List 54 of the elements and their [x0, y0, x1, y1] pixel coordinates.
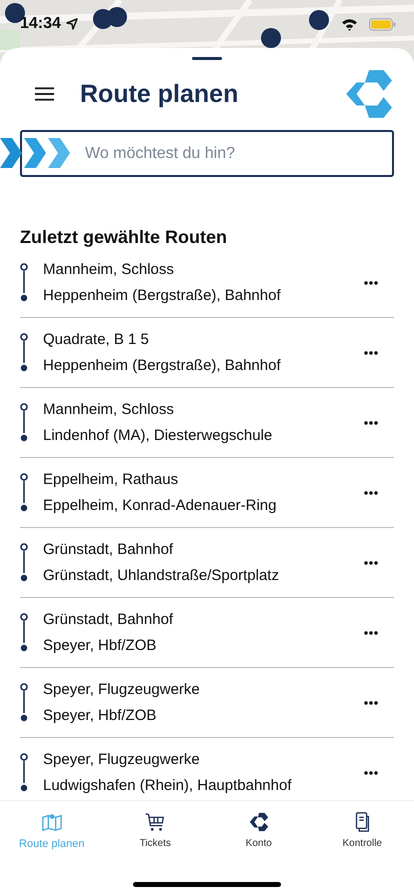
route-item[interactable]: Mannheim, Schloss Heppenheim (Bergstraße), Bahnhof [20, 248, 394, 318]
more-icon[interactable] [364, 560, 378, 564]
route-item[interactable]: Grünstadt, Bahnhof Speyer, Hbf/ZOB [20, 598, 394, 668]
route-line-icon [19, 612, 29, 652]
route-line-icon [19, 542, 29, 582]
tab[interactable]: Kontrolle [310, 801, 414, 859]
tab[interactable]: Konto [207, 801, 310, 859]
section-title: Zuletzt gewählte Routen [20, 227, 228, 248]
menu-icon[interactable] [34, 86, 55, 102]
route-line-icon [19, 752, 29, 792]
route-destination: Speyer, Hbf/ZOB [43, 637, 158, 654]
more-icon[interactable] [364, 630, 378, 634]
route-line-icon [19, 682, 29, 722]
chevrons-icon [0, 138, 70, 168]
route-destination: Eppelheim, Konrad-Adenauer-Ring [43, 497, 278, 514]
route-destination: Ludwigshafen (Rhein), Hauptbahnhof [43, 777, 293, 794]
route-line-icon [19, 402, 29, 442]
route-origin: Speyer, Flugzeugwerke [43, 751, 201, 768]
route-line-icon [19, 472, 29, 512]
route-item[interactable]: Speyer, Flugzeugwerke Speyer, Hbf/ZOB [20, 668, 394, 738]
hexagon-icon [248, 811, 270, 833]
route-destination: Heppenheim (Bergstraße), Bahnhof [43, 287, 282, 304]
route-origin: Grünstadt, Bahnhof [43, 541, 174, 558]
route-item[interactable]: Grünstadt, Bahnhof Grünstadt, Uhlandstraße/Sportplatz [20, 528, 394, 598]
more-icon[interactable] [364, 770, 378, 774]
status-time: 14:34 [20, 15, 61, 33]
route-origin: Mannheim, Schloss [43, 261, 175, 278]
route-item[interactable]: Mannheim, Schloss Lindenhof (MA), Diesterwegschule [20, 388, 394, 458]
route-destination: Speyer, Hbf/ZOB [43, 707, 158, 724]
route-origin: Eppelheim, Rathaus [43, 471, 180, 488]
route-origin: Grünstadt, Bahnhof [43, 611, 174, 628]
more-icon[interactable] [364, 350, 378, 354]
location-arrow-icon [66, 18, 78, 30]
cart-icon [144, 811, 166, 833]
wifi-icon [341, 18, 358, 30]
route-origin: Speyer, Flugzeugwerke [43, 681, 201, 698]
route-destination: Lindenhof (MA), Diesterwegschule [43, 427, 274, 444]
search-field[interactable]: Wo möchtest du hin? [20, 130, 394, 177]
more-icon[interactable] [364, 490, 378, 494]
route-destination: Heppenheim (Bergstraße), Bahnhof [43, 357, 282, 374]
more-icon[interactable] [364, 280, 378, 284]
more-icon[interactable] [364, 700, 378, 704]
route-origin: Mannheim, Schloss [43, 401, 175, 418]
page-title: Route planen [80, 80, 238, 108]
route-item[interactable]: Quadrate, B 1 5 Heppenheim (Bergstraße), Bahnhof [20, 318, 394, 388]
route-line-icon [19, 332, 29, 372]
route-destination: Grünstadt, Uhlandstraße/Sportplatz [43, 567, 280, 584]
battery-icon [369, 18, 396, 30]
drag-handle[interactable] [192, 57, 222, 60]
route-origin: Quadrate, B 1 5 [43, 331, 150, 348]
tab[interactable]: Tickets [104, 801, 207, 859]
route-line-icon [19, 262, 29, 302]
more-icon[interactable] [364, 420, 378, 424]
route-item[interactable]: Eppelheim, Rathaus Eppelheim, Konrad-Adenauer-Ring [20, 458, 394, 528]
